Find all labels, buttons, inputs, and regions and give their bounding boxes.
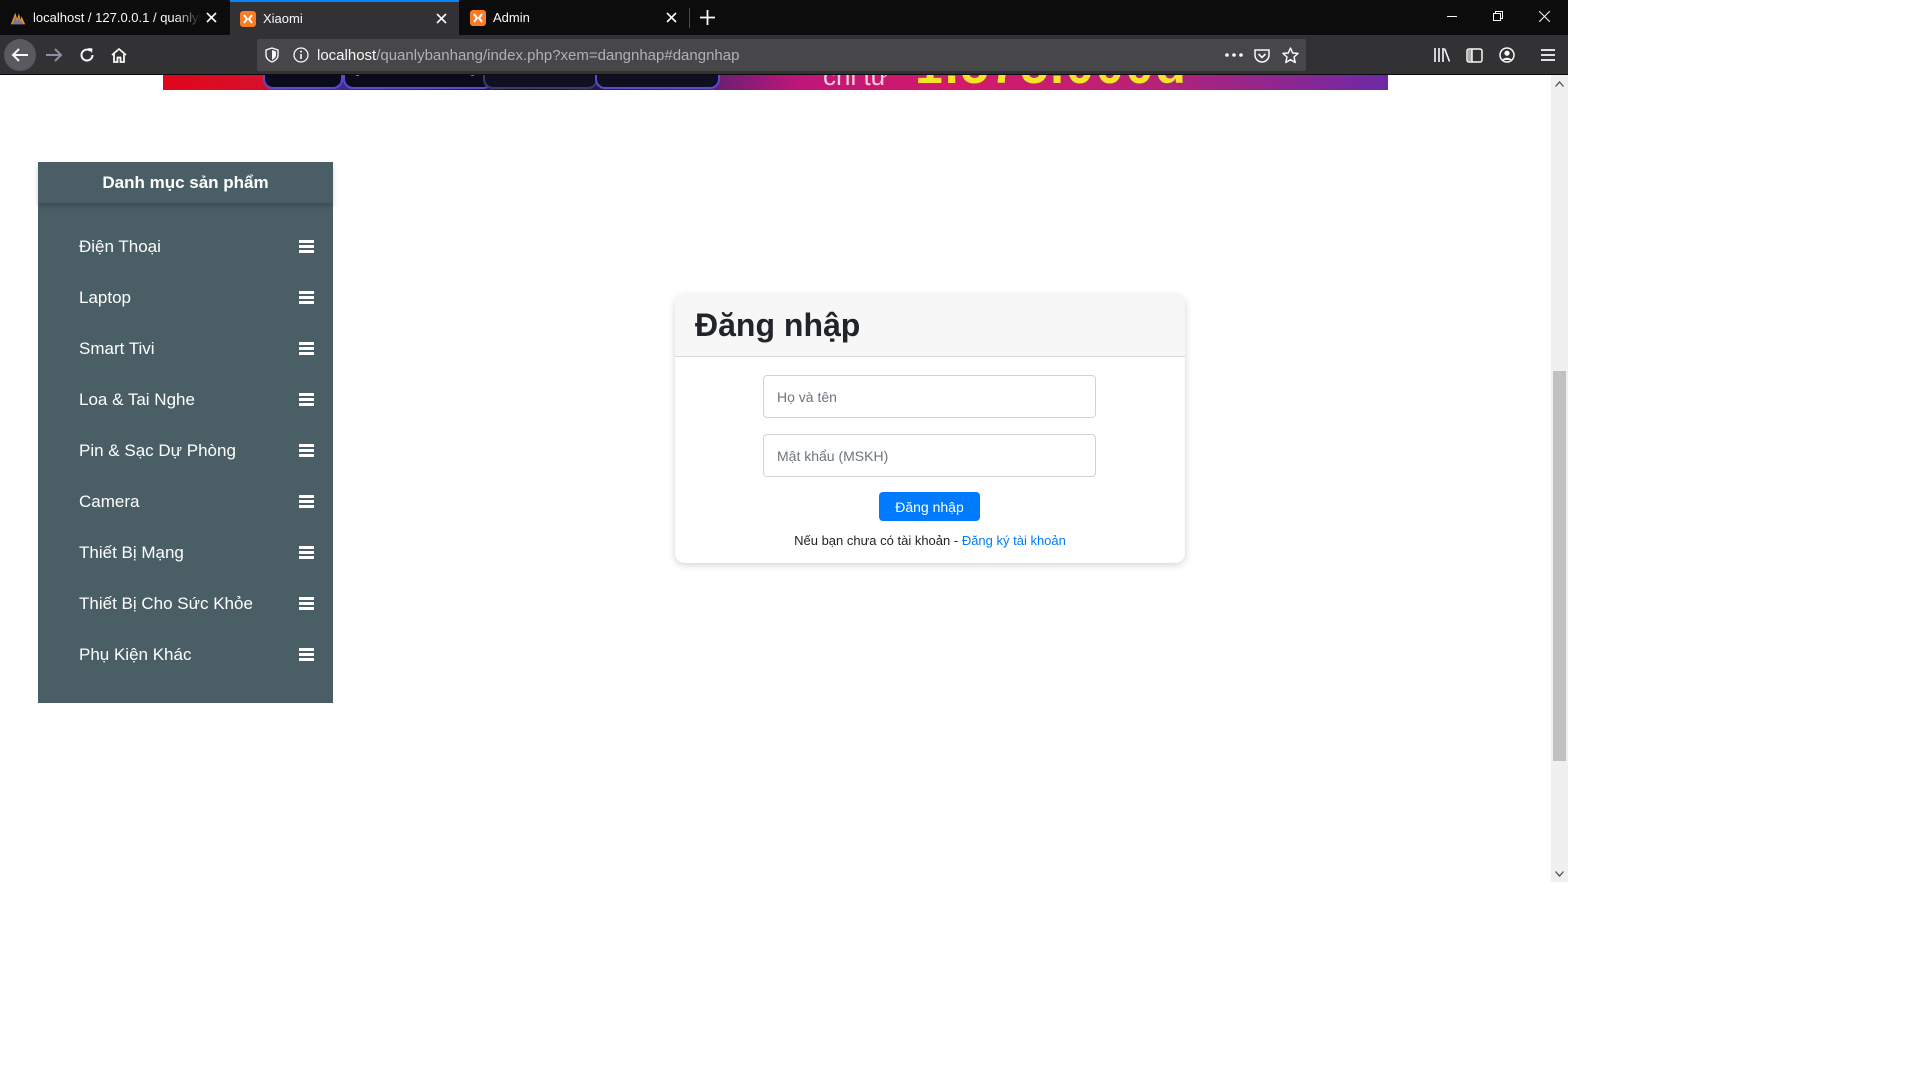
menu-icon[interactable] bbox=[299, 393, 314, 406]
sidebar-item-thiet-bi-suc-khoe[interactable]: Thiết Bị Cho Sức Khỏe bbox=[38, 578, 333, 629]
url-text[interactable]: localhost/quanlybanhang/index.php?xem=da… bbox=[317, 47, 1224, 64]
sidebar-item-label: Pin & Sạc Dự Phòng bbox=[79, 440, 236, 460]
plus-icon bbox=[699, 9, 715, 25]
arrow-right-icon bbox=[46, 48, 63, 62]
tab-bar: localhost / 127.0.0.1 / quanlybanhang Xi… bbox=[0, 0, 1568, 35]
star-icon[interactable] bbox=[1280, 45, 1300, 65]
menu-icon[interactable] bbox=[299, 546, 314, 559]
menu-icon[interactable] bbox=[299, 597, 314, 610]
menu-icon[interactable] bbox=[299, 444, 314, 457]
category-list: Điện Thoại Laptop Smart Tivi Loa & Tai N… bbox=[38, 221, 333, 680]
banner-price-prefix: chỉ từ bbox=[823, 75, 889, 90]
sidebar-title: Danh mục sản phẩm bbox=[38, 162, 333, 203]
minimize-icon bbox=[1446, 15, 1457, 17]
back-button[interactable] bbox=[4, 39, 36, 71]
arrow-left-icon bbox=[11, 48, 28, 62]
sidebar-item-label: Thiết Bị Mạng bbox=[79, 542, 184, 562]
menu-icon[interactable] bbox=[299, 495, 314, 508]
tab-title: Xiaomi bbox=[263, 11, 303, 26]
banner-price: 1.575.000đ bbox=[915, 75, 1188, 90]
sidebar-item-phu-kien-khac[interactable]: Phụ Kiện Khác bbox=[38, 629, 333, 680]
scroll-down-icon[interactable] bbox=[1551, 865, 1568, 882]
menu-icon[interactable] bbox=[299, 342, 314, 355]
menu-icon[interactable] bbox=[299, 291, 314, 304]
register-prompt-text: Nếu bạn chưa có tài khoản - bbox=[794, 533, 962, 548]
sidebar-item-label: Laptop bbox=[79, 287, 131, 307]
tab-admin[interactable]: Admin bbox=[460, 0, 689, 35]
xampp-icon bbox=[470, 9, 486, 26]
shield-icon[interactable] bbox=[262, 45, 282, 65]
tab-xiaomi[interactable]: Xiaomi bbox=[230, 0, 459, 35]
banner-phone-image bbox=[595, 75, 720, 89]
category-sidebar: Danh mục sản phẩm Điện Thoại Laptop Smar… bbox=[38, 162, 333, 703]
banner-camera-dot bbox=[470, 75, 475, 76]
sidebar-toggle-icon[interactable] bbox=[1463, 44, 1485, 66]
sidebar-item-label: Phụ Kiện Khác bbox=[79, 644, 192, 664]
url-host: localhost bbox=[317, 46, 377, 64]
navigation-bar: localhost/quanlybanhang/index.php?xem=da… bbox=[0, 35, 1568, 75]
tab-title: localhost / 127.0.0.1 / quanlybanhang bbox=[33, 10, 201, 25]
promo-banner[interactable]: chỉ từ 1.575.000đ bbox=[163, 75, 1388, 90]
banner-phone-image bbox=[343, 75, 493, 89]
login-card-header: Đăng nhập bbox=[675, 295, 1185, 357]
sidebar-item-pin-sac-du-phong[interactable]: Pin & Sạc Dự Phòng bbox=[38, 425, 333, 476]
reload-icon bbox=[80, 48, 94, 62]
sidebar-item-thiet-bi-mang[interactable]: Thiết Bị Mạng bbox=[38, 527, 333, 578]
login-title: Đăng nhập bbox=[695, 307, 861, 343]
sidebar-item-camera[interactable]: Camera bbox=[38, 476, 333, 527]
sidebar-item-label: Camera bbox=[79, 491, 140, 511]
sidebar-item-label: Loa & Tai Nghe bbox=[79, 389, 195, 409]
sidebar-item-laptop[interactable]: Laptop bbox=[38, 272, 333, 323]
xampp-icon bbox=[240, 10, 256, 27]
home-icon bbox=[111, 47, 127, 63]
banner-phone-image bbox=[263, 75, 343, 89]
phpmyadmin-icon bbox=[10, 10, 26, 26]
info-icon[interactable] bbox=[291, 45, 311, 65]
scroll-thumb[interactable] bbox=[1553, 371, 1566, 761]
account-icon[interactable] bbox=[1496, 44, 1518, 66]
banner-phone-image bbox=[483, 75, 598, 89]
reload-button[interactable] bbox=[71, 39, 103, 71]
url-path: /quanlybanhang/index.php?xem=dangnhap#da… bbox=[376, 46, 740, 64]
tab-title: Admin bbox=[493, 10, 530, 25]
sidebar-item-label: Điện Thoại bbox=[79, 236, 161, 256]
tab-phpmyadmin[interactable]: localhost / 127.0.0.1 / quanlybanhang bbox=[0, 0, 229, 35]
close-window-button[interactable] bbox=[1521, 0, 1567, 32]
register-prompt: Nếu bạn chưa có tài khoản - Đăng ký tài … bbox=[675, 533, 1185, 548]
hamburger-menu-icon[interactable] bbox=[1537, 44, 1559, 66]
sidebar-item-dien-thoai[interactable]: Điện Thoại bbox=[38, 221, 333, 272]
new-tab-button[interactable] bbox=[694, 4, 720, 30]
sidebar-item-label: Thiết Bị Cho Sức Khỏe bbox=[79, 593, 253, 613]
page-scrollbar[interactable] bbox=[1551, 75, 1568, 882]
url-bar[interactable]: localhost/quanlybanhang/index.php?xem=da… bbox=[257, 39, 1306, 71]
banner-camera-dot bbox=[355, 75, 360, 76]
register-link[interactable]: Đăng ký tài khoản bbox=[962, 533, 1066, 548]
name-input[interactable] bbox=[763, 375, 1096, 418]
sidebar-item-loa-tai-nghe[interactable]: Loa & Tai Nghe bbox=[38, 374, 333, 425]
menu-icon[interactable] bbox=[299, 240, 314, 253]
sidebar-item-smart-tivi[interactable]: Smart Tivi bbox=[38, 323, 333, 374]
forward-button[interactable] bbox=[38, 39, 70, 71]
close-icon[interactable] bbox=[201, 8, 221, 28]
library-icon[interactable] bbox=[1431, 44, 1453, 66]
close-icon[interactable] bbox=[661, 8, 681, 28]
page-viewport: chỉ từ 1.575.000đ Danh mục sản phẩm Điện… bbox=[0, 75, 1551, 882]
minimize-button[interactable] bbox=[1429, 0, 1475, 32]
home-button[interactable] bbox=[103, 39, 135, 71]
sidebar-item-label: Smart Tivi bbox=[79, 338, 155, 358]
restore-button[interactable] bbox=[1475, 0, 1521, 32]
password-input[interactable] bbox=[763, 434, 1096, 477]
scroll-up-icon[interactable] bbox=[1551, 75, 1568, 92]
close-icon bbox=[1538, 10, 1550, 22]
close-icon[interactable] bbox=[431, 9, 451, 29]
more-actions-icon[interactable] bbox=[1224, 45, 1244, 65]
login-card: Đăng nhập Đăng nhập Nếu bạn chưa có tài … bbox=[675, 295, 1185, 563]
restore-icon bbox=[1492, 10, 1503, 21]
tab-separator bbox=[689, 8, 690, 28]
login-button[interactable]: Đăng nhập bbox=[879, 492, 980, 521]
menu-icon[interactable] bbox=[299, 648, 314, 661]
pocket-icon[interactable] bbox=[1252, 45, 1272, 65]
